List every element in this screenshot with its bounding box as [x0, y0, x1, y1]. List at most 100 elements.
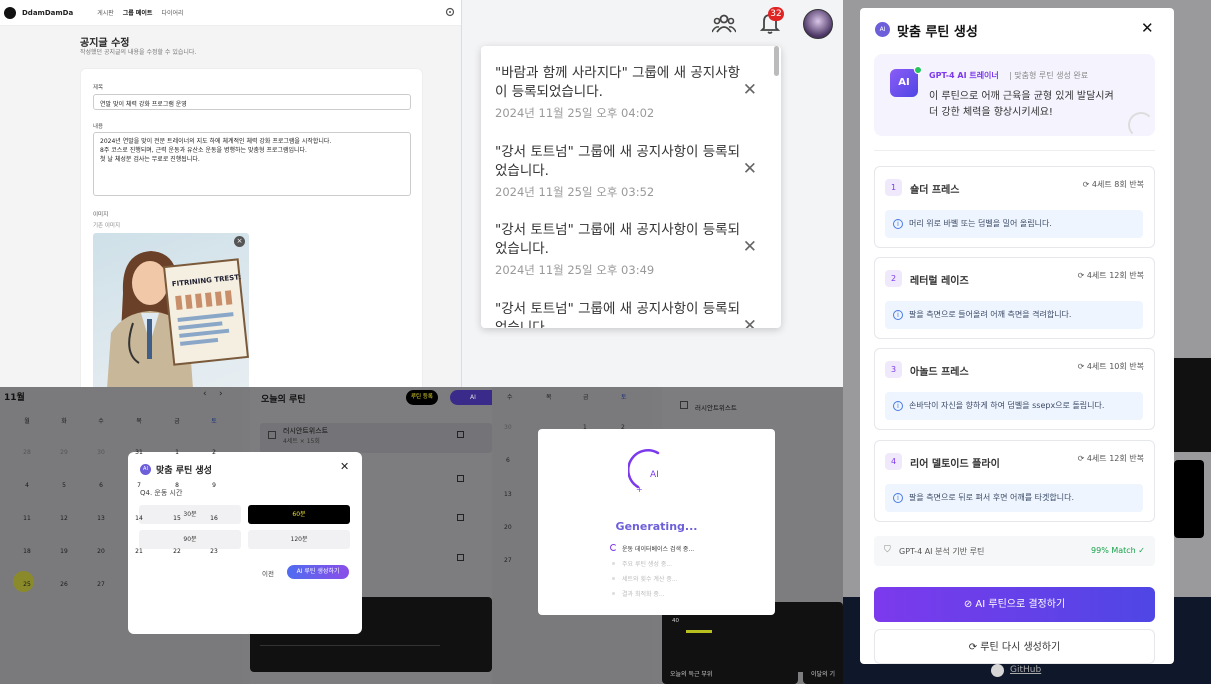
notification-item[interactable]: "바람과 함께 사라지다" 그룹에 새 공지사항이 등록되었습니다. 2024년… [495, 64, 745, 121]
prev-button[interactable]: 이전 [262, 568, 274, 578]
calendar-day[interactable]: 20 [504, 524, 512, 531]
ai-routine-sheet: AI 맞춤 루틴 생성 ✕ AI GPT-4 AI 트레이너 | 맞춤형 루틴 … [860, 8, 1174, 664]
dismiss-icon[interactable]: ✕ [743, 316, 757, 328]
calendar-day[interactable]: 12 [54, 515, 74, 522]
delete-icon[interactable] [457, 431, 464, 438]
calendar-day[interactable]: 31 [129, 449, 149, 456]
prev-month-icon[interactable]: ‹ [203, 389, 207, 399]
calendar-day[interactable]: 16 [204, 515, 224, 522]
loading-spinner-icon: AI + [628, 449, 660, 493]
info-icon: i [893, 493, 903, 503]
calendar-day[interactable]: 21 [129, 548, 149, 555]
remove-image-button[interactable]: × [234, 236, 245, 247]
calendar-day[interactable]: 2 [204, 449, 224, 456]
delete-icon[interactable] [457, 475, 464, 482]
group-icon[interactable] [445, 7, 455, 20]
notification-item[interactable]: "강서 토트넘" 그룹에 새 공지사항이 등록되었습니다. 2024년 11월 … [495, 143, 745, 200]
calendar-day[interactable]: 6 [91, 482, 111, 489]
image-label: 이미지 [93, 212, 109, 218]
trainer-card: AI GPT-4 AI 트레이너 | 맞춤형 루틴 생성 완료 이 루틴으로 어… [874, 54, 1155, 138]
calendar-day[interactable]: 19 [54, 548, 74, 555]
generate-button[interactable]: AI 루틴 생성하기 [287, 565, 349, 579]
next-month-icon[interactable]: › [219, 389, 223, 399]
delete-icon[interactable] [457, 554, 464, 561]
calendar-day[interactable]: 22 [167, 548, 187, 555]
exercise-card[interactable]: 4 리어 델토이드 플라이 ⟳ 4세트 12회 반복 i 팔을 측면으로 뒤로 펴… [874, 440, 1155, 522]
github-icon[interactable] [991, 664, 1004, 677]
nav-item-board[interactable]: 게시판 [97, 8, 114, 17]
calendar-day[interactable]: 7 [129, 482, 149, 489]
weekday-label: 화 [61, 418, 67, 425]
exercise-number: 4 [885, 453, 902, 470]
notification-item[interactable]: "강서 토트넘" 그룹에 새 공지사항이 등록되었습니다. 2024년 11월 … [495, 221, 745, 278]
delete-icon[interactable] [457, 514, 464, 521]
stat-card-title: 오늘의 득근 부위 [670, 671, 713, 678]
calendar-day[interactable]: 30 [91, 449, 111, 456]
calendar-day[interactable]: 13 [91, 515, 111, 522]
option-90[interactable]: 90분 [139, 530, 241, 549]
svg-text:+: + [636, 485, 643, 493]
calendar-day[interactable]: 27 [504, 557, 512, 564]
register-routine-button[interactable]: 루틴 등록 [406, 390, 438, 405]
option-60[interactable]: 60분 [248, 505, 350, 524]
notification-message: "강서 토트넘" 그룹에 새 공지사항이 등록되었습니다. [495, 222, 741, 257]
calendar-day[interactable]: 23 [204, 548, 224, 555]
exercise-sets: ⟳ 4세트 12회 반복 [1077, 454, 1144, 463]
calendar-day[interactable]: 6 [506, 457, 510, 464]
calendar-day[interactable]: 28 [17, 449, 37, 456]
routine-item[interactable]: 러시안트위스트 4세트 × 15회 [260, 423, 492, 453]
calendar-day[interactable]: 8 [167, 482, 187, 489]
top-nav: DdamDamDa 게시판 그룹 메이트 다이어리 [0, 0, 461, 26]
exercise-sets-text: 4세트 12회 반복 [1086, 454, 1144, 463]
close-icon[interactable]: ✕ [340, 460, 349, 473]
dismiss-icon[interactable]: ✕ [743, 159, 757, 179]
calendar-day[interactable]: 4 [17, 482, 37, 489]
calendar-day[interactable]: 30 [504, 424, 512, 431]
match-score-text: 99% Match [1091, 546, 1136, 555]
group-icon[interactable] [712, 12, 736, 34]
calendar-day[interactable]: 9 [204, 482, 224, 489]
calendar-day[interactable]: 15 [167, 515, 187, 522]
confirm-routine-button[interactable]: ⊘ AI 루틴으로 결정하기 [874, 587, 1155, 622]
option-120[interactable]: 120분 [248, 530, 350, 549]
routine-checkbox[interactable] [680, 401, 688, 409]
option-30[interactable]: 30분 [139, 505, 241, 524]
ai-button[interactable]: AI [450, 390, 492, 405]
nav-item-group-mate[interactable]: 그룹 메이트 [123, 8, 153, 17]
exercise-card[interactable]: 2 레터럴 레이즈 ⟳ 4세트 12회 반복 i 팔을 측면으로 들어올려 어깨 … [874, 257, 1155, 339]
title-label: 제목 [93, 85, 104, 91]
exercise-card[interactable]: 3 아놀드 프레스 ⟳ 4세트 10회 반복 i 손바닥이 자신을 향하게 하여 … [874, 348, 1155, 430]
calendar-day[interactable]: 25 [17, 581, 37, 588]
avatar[interactable] [803, 9, 833, 39]
scrollbar[interactable] [774, 46, 779, 76]
brand-name[interactable]: DdamDamDa [22, 9, 73, 17]
chart-tick: 40 [672, 618, 679, 624]
edit-notice-panel: DdamDamDa 게시판 그룹 메이트 다이어리 공지글 수정 작성했던 공지… [0, 0, 462, 387]
routine-checkbox[interactable] [268, 431, 276, 439]
close-icon[interactable]: ✕ [1141, 19, 1154, 37]
calendar-day[interactable]: 20 [91, 548, 111, 555]
brand-logo[interactable] [4, 6, 16, 19]
calendar-day[interactable]: 14 [129, 515, 149, 522]
notification-item[interactable]: "강서 토트넘" 그룹에 새 공지사항이 등록되었습니다. [495, 300, 745, 328]
dismiss-icon[interactable]: ✕ [743, 237, 757, 257]
exercise-card[interactable]: 1 숄더 프레스 ⟳ 4세트 8회 반복 i 머리 위로 바벨 또는 덤벨을 밀어… [874, 166, 1155, 248]
calendar-day[interactable]: 29 [54, 449, 74, 456]
existing-image-label: 기존 이미지 [93, 223, 121, 229]
dismiss-icon[interactable]: ✕ [743, 80, 757, 100]
calendar-day[interactable]: 1 [167, 449, 187, 456]
calendar-day[interactable]: 11 [17, 515, 37, 522]
weekday-label: 금 [174, 418, 180, 425]
calendar-day[interactable]: 18 [17, 548, 37, 555]
title-input[interactable]: 연말 맞이 체력 강화 프로그램 운영 [93, 94, 411, 110]
decor-ring [1128, 112, 1154, 138]
calendar-day[interactable]: 13 [504, 491, 512, 498]
exercise-tip-text: 손바닥이 자신을 향하게 하여 덤벨을 ssepx으로 돌립니다. [909, 401, 1105, 410]
calendar-day[interactable]: 27 [91, 581, 111, 588]
calendar-day[interactable]: 26 [54, 581, 74, 588]
calendar-day[interactable]: 5 [54, 482, 74, 489]
regenerate-button[interactable]: ⟳ 루틴 다시 생성하기 [874, 629, 1155, 664]
content-textarea[interactable]: 2024년 연말을 맞이 전문 트레이너의 지도 하에 체계적인 체력 강화 프… [93, 132, 411, 196]
github-link[interactable]: GitHub [1010, 665, 1041, 675]
nav-item-diary[interactable]: 다이어리 [161, 8, 183, 17]
